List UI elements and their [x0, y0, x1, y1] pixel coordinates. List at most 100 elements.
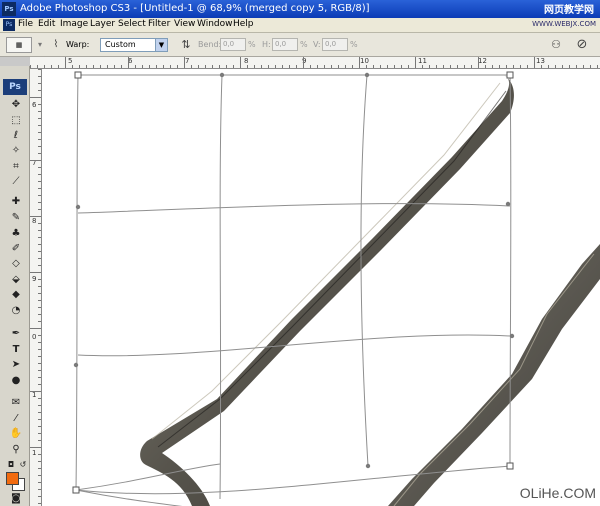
ruler-tick [156, 65, 157, 68]
ruler-tick [30, 160, 41, 161]
bend-field[interactable]: 0,0 [220, 38, 246, 51]
shape-tool-icon[interactable]: ● [9, 374, 23, 387]
ruler-horizontal[interactable]: 5 6 7 8 9 10 11 12 13 [30, 57, 600, 69]
ruler-tick [275, 65, 276, 68]
cancel-transform-icon[interactable]: ⊘ [574, 37, 590, 53]
notes-tool-icon[interactable]: ✉ [9, 396, 23, 409]
ruler-tick [38, 349, 41, 350]
warp-corner-handles[interactable] [72, 71, 514, 494]
ruler-left-label: 1 [32, 449, 37, 457]
menu-file[interactable]: File [18, 19, 33, 29]
eraser-tool-icon[interactable]: ◇ [9, 257, 23, 270]
switch-free-transform-icon[interactable]: ⚇ [548, 37, 564, 53]
document-icon[interactable]: Ps [3, 19, 15, 31]
preset-dropdown-icon[interactable]: ▾ [38, 40, 42, 49]
ruler-tick [352, 65, 353, 68]
ruler-tick [38, 251, 41, 252]
ruler-tick [30, 272, 41, 273]
ruler-tick [226, 65, 227, 68]
tool-preset-picker[interactable]: ▦ [6, 37, 32, 53]
slice-tool-icon[interactable]: ⟋ [9, 175, 23, 188]
foreground-color-swatch[interactable] [6, 472, 19, 485]
ruler-tick [38, 433, 41, 434]
menu-edit[interactable]: Edit [38, 19, 55, 29]
ruler-tick [30, 447, 41, 448]
ruler-vertical[interactable]: 6789011 [30, 69, 42, 506]
warp-label: Warp: [66, 40, 90, 49]
ruler-tick [38, 419, 41, 420]
photoshop-app-icon[interactable]: Ps [2, 2, 16, 16]
ruler-tick [38, 398, 41, 399]
photoshop-logo[interactable]: Ps [3, 79, 27, 95]
ruler-tick [38, 202, 41, 203]
ruler-tick [72, 65, 73, 68]
warp-style-select[interactable]: Custom ▼ [100, 38, 168, 52]
history-brush-icon[interactable]: ✐ [9, 242, 23, 255]
ruler-tick [38, 125, 41, 126]
ruler-tick [576, 65, 577, 68]
type-tool-icon[interactable]: T [9, 343, 23, 356]
lasso-tool-icon[interactable]: ℓ [9, 129, 23, 142]
marquee-tool-icon[interactable]: ⬚ [9, 114, 23, 127]
change-orientation-icon[interactable]: ⇅ [178, 37, 194, 53]
ruler-tick [415, 57, 416, 68]
blur-tool-icon[interactable]: ◆ [9, 288, 23, 301]
document-canvas[interactable] [42, 69, 600, 506]
warp-control-points[interactable] [73, 72, 515, 469]
footer-watermark: OLiHe.COM [519, 485, 596, 501]
eyedropper-tool-icon[interactable]: ⁄ [9, 412, 23, 425]
ruler-tick [191, 65, 192, 68]
dodge-tool-icon[interactable]: ◔ [9, 304, 23, 317]
pen-tool-icon[interactable]: ✒ [9, 327, 23, 340]
h-distortion-field[interactable]: 0,0 [272, 38, 298, 51]
swap-colors-icon[interactable]: ↺ [16, 458, 30, 471]
ruler-tick [296, 65, 297, 68]
menu-window[interactable]: Window [197, 19, 233, 29]
move-tool-icon[interactable]: ✥ [9, 98, 23, 111]
paint-bucket-icon[interactable]: ⬙ [9, 273, 23, 286]
ruler-tick [38, 475, 41, 476]
warp-grid[interactable] [75, 74, 512, 506]
ruler-tick [38, 307, 41, 308]
ruler-tick [114, 65, 115, 68]
ruler-tick [38, 405, 41, 406]
ruler-tick [268, 65, 269, 68]
menu-layer[interactable]: Layer [90, 19, 115, 29]
ruler-tick [142, 65, 143, 68]
ruler-tick [457, 65, 458, 68]
ruler-tick [219, 65, 220, 68]
path-selection-icon[interactable]: ➤ [9, 358, 23, 371]
ruler-tick [436, 65, 437, 68]
warp-mode-icon[interactable]: ⌇ [48, 37, 64, 53]
magic-wand-tool-icon[interactable]: ✧ [9, 144, 23, 157]
ruler-tick [394, 65, 395, 68]
menu-image[interactable]: Image [60, 19, 88, 29]
crop-tool-icon[interactable]: ⌗ [9, 160, 23, 173]
zoom-tool-icon[interactable]: ⚲ [9, 443, 23, 456]
clone-stamp-icon[interactable]: ♣ [9, 227, 23, 240]
ruler-tick [30, 328, 41, 329]
menu-view[interactable]: View [174, 19, 195, 29]
menu-select[interactable]: Select [118, 19, 146, 29]
ruler-tick [44, 65, 45, 68]
menu-help[interactable]: Help [233, 19, 254, 29]
ruler-top-label: 5 [68, 57, 73, 65]
ruler-tick [38, 265, 41, 266]
hand-tool-icon[interactable]: ✋ [9, 427, 23, 440]
warp-artwork [72, 71, 600, 506]
healing-brush-icon[interactable]: ✚ [9, 195, 23, 208]
ruler-tick [38, 468, 41, 469]
ruler-tick [177, 65, 178, 68]
title-bar: Ps Adobe Photoshop CS3 - [Untitled-1 @ 6… [0, 0, 600, 18]
menu-filter[interactable]: Filter [148, 19, 170, 29]
ruler-tick [38, 237, 41, 238]
ruler-left-label: 8 [32, 217, 37, 225]
ruler-tick [212, 65, 213, 68]
ruler-tick [289, 65, 290, 68]
quick-mask-icon[interactable]: ◙ [9, 492, 23, 505]
v-distortion-field[interactable]: 0,0 [322, 38, 348, 51]
ruler-tick [471, 65, 472, 68]
brush-tool-icon[interactable]: ✎ [9, 211, 23, 224]
ruler-tick [331, 65, 332, 68]
ruler-tick [38, 454, 41, 455]
